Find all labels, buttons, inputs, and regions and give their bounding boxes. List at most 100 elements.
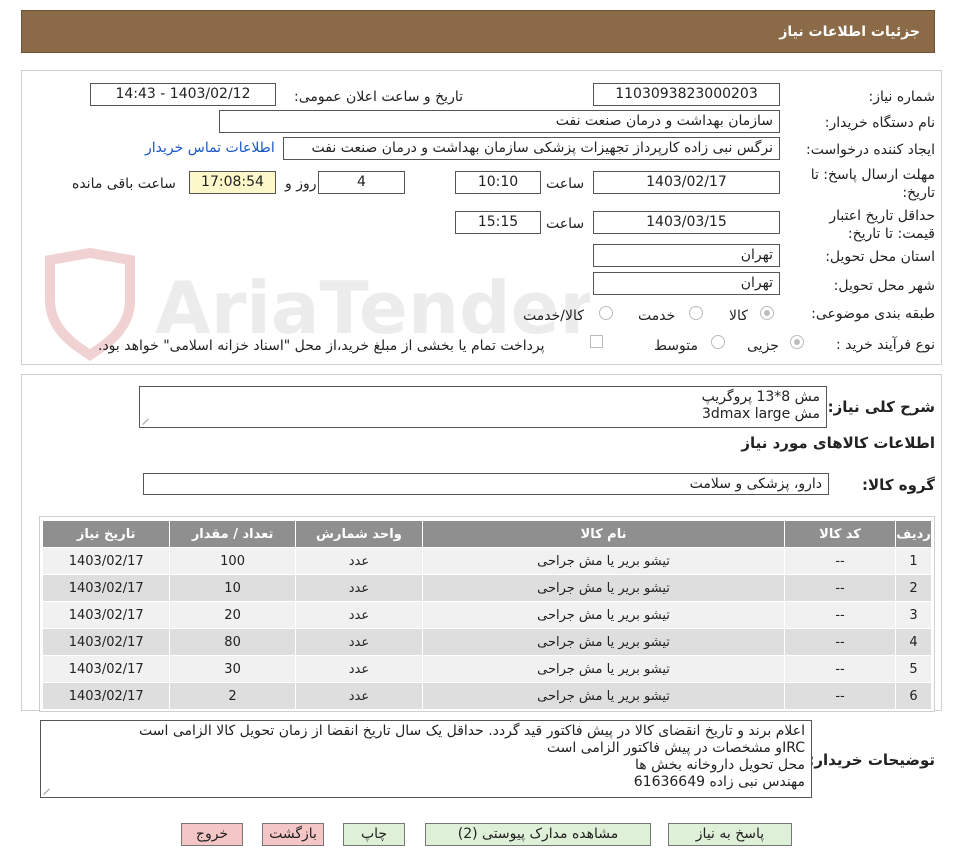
notes-line-1: اعلام برند و تاریخ انقضای کالا در پیش فا… [139,723,805,739]
cell-unit: عدد [294,601,424,629]
category-option-goods: کالا [729,308,748,324]
goods-group-label: گروه کالا: [862,476,935,494]
category-label: طبقه بندی موضوعی: [811,306,935,322]
cell-row-number: 5 [895,655,932,683]
cell-unit: عدد [294,628,424,656]
table-header-row: ردیف کد کالا نام کالا واحد شمارش تعداد /… [41,520,932,548]
table-row: 1 -- تیشو بریر یا مش جراحی عدد 100 1403/… [41,547,932,575]
cell-date: 1403/02/17 [41,574,171,602]
cell-row-number: 3 [895,601,932,629]
validity-time-field: 15:15 [455,211,541,234]
notes-line-2: IRCو مشخصات در پیش فاکتور الزامی است [546,740,805,756]
cell-date: 1403/02/17 [41,628,171,656]
goods-group-field: دارو، پزشکی و سلامت [143,473,829,495]
process-label: نوع فرآیند خرید : [836,337,935,353]
cell-name: تیشو بریر یا مش جراحی [422,682,785,710]
days-field: 4 [318,171,405,194]
buyer-notes-textarea[interactable]: اعلام برند و تاریخ انقضای کالا در پیش فا… [40,720,812,798]
cell-quantity: 2 [169,682,296,710]
process-radio-minor[interactable] [790,335,804,349]
validity-date-field: 1403/03/15 [593,211,780,234]
print-button[interactable]: چاپ [343,823,405,846]
cell-date: 1403/02/17 [41,682,171,710]
page-header: جزئیات اطلاعات نیاز [21,10,935,53]
notes-line-4: مهندس نبی زاده 61636649 [633,774,805,790]
cell-quantity: 30 [169,655,296,683]
resize-grip-icon[interactable] [143,417,151,425]
creator-label: ایجاد کننده درخواست: [806,142,935,158]
goods-table-container: ردیف کد کالا نام کالا واحد شمارش تعداد /… [39,516,935,712]
cell-row-number: 6 [895,682,932,710]
back-button[interactable]: بازگشت [262,823,324,846]
need-number-label: شماره نیاز: [868,89,936,105]
cell-unit: عدد [294,655,424,683]
cell-date: 1403/02/17 [41,547,171,575]
summary-line-2: مش 3dmax large [701,406,820,422]
attachments-button[interactable]: مشاهده مدارک پیوستی (2) [425,823,651,846]
buyer-field: سازمان بهداشت و درمان صنعت نفت [219,110,780,133]
buyer-label: نام دستگاه خریدار: [824,115,935,131]
table-row: 5 -- تیشو بریر یا مش جراحی عدد 30 1403/0… [41,655,932,683]
deadline-label: مهلت ارسال پاسخ: تا تاریخ: [810,167,935,201]
category-radio-goods[interactable] [760,306,774,320]
cell-date: 1403/02/17 [41,655,171,683]
remaining-time-field: 17:08:54 [189,171,276,194]
cell-code: -- [783,547,897,575]
summary-line-1: مش 8*13 پروگریپ [701,389,820,405]
cell-row-number: 4 [895,628,932,656]
cell-name: تیشو بریر یا مش جراحی [422,601,785,629]
cell-unit: عدد [294,574,424,602]
cell-name: تیشو بریر یا مش جراحی [422,547,785,575]
deadline-time-label: ساعت [546,176,585,192]
summary-label: شرح کلی نیاز: [827,398,935,416]
treasury-note: پرداخت تمام یا بخشی از مبلغ خرید،از محل … [98,338,545,354]
creator-field: نرگس نبی زاده کارپرداز تجهیزات پزشکی ساز… [283,137,780,160]
cell-name: تیشو بریر یا مش جراحی [422,574,785,602]
col-header-row-number: ردیف [895,520,932,548]
announce-label: تاریخ و ساعت اعلان عمومی: [294,89,463,105]
col-header-unit: واحد شمارش [294,520,424,548]
table-row: 2 -- تیشو بریر یا مش جراحی عدد 10 1403/0… [41,574,932,602]
col-header-name: نام کالا [422,520,785,548]
announce-field: 1403/02/12 - 14:43 [90,83,276,106]
col-header-code: کد کالا [783,520,897,548]
notes-line-3: محل تحویل داروخانه بخش ها [634,757,805,773]
validity-label: حداقل تاریخ اعتبار قیمت: تا تاریخ: [829,208,935,242]
cell-date: 1403/02/17 [41,601,171,629]
summary-textarea[interactable]: مش 8*13 پروگریپ مش 3dmax large [139,386,827,428]
buyer-notes-label: توضیحات خریدار: [808,751,935,769]
cell-row-number: 2 [895,574,932,602]
deadline-date-field: 1403/02/17 [593,171,780,194]
days-label: روز و [285,176,317,192]
cell-name: تیشو بریر یا مش جراحی [422,655,785,683]
cell-code: -- [783,655,897,683]
remaining-label: ساعت باقی مانده [72,176,176,192]
category-radio-service[interactable] [689,306,703,320]
table-row: 6 -- تیشو بریر یا مش جراحی عدد 2 1403/02… [41,682,932,710]
page-title: جزئیات اطلاعات نیاز [779,24,920,40]
process-radio-medium[interactable] [711,335,725,349]
city-label: شهر محل تحویل: [833,278,935,294]
reply-button[interactable]: پاسخ به نیاز [668,823,792,846]
table-row: 4 -- تیشو بریر یا مش جراحی عدد 80 1403/0… [41,628,932,656]
resize-grip-icon[interactable] [44,787,52,795]
process-option-minor: جزیی [747,338,779,354]
treasury-checkbox[interactable] [590,335,603,348]
process-option-medium: متوسط [654,338,698,354]
cell-code: -- [783,628,897,656]
col-header-date: تاریخ نیاز [41,520,171,548]
cell-quantity: 10 [169,574,296,602]
goods-table: ردیف کد کالا نام کالا واحد شمارش تعداد /… [41,520,932,710]
buyer-contact-link[interactable]: اطلاعات تماس خریدار [145,140,275,156]
cell-code: -- [783,601,897,629]
exit-button[interactable]: خروج [181,823,243,846]
cell-code: -- [783,682,897,710]
province-label: استان محل تحویل: [825,249,935,265]
cell-quantity: 80 [169,628,296,656]
cell-quantity: 100 [169,547,296,575]
category-radio-both[interactable] [599,306,613,320]
cell-name: تیشو بریر یا مش جراحی [422,628,785,656]
cell-unit: عدد [294,547,424,575]
col-header-quantity: تعداد / مقدار [169,520,296,548]
need-number-field: 1103093823000203 [593,83,780,106]
